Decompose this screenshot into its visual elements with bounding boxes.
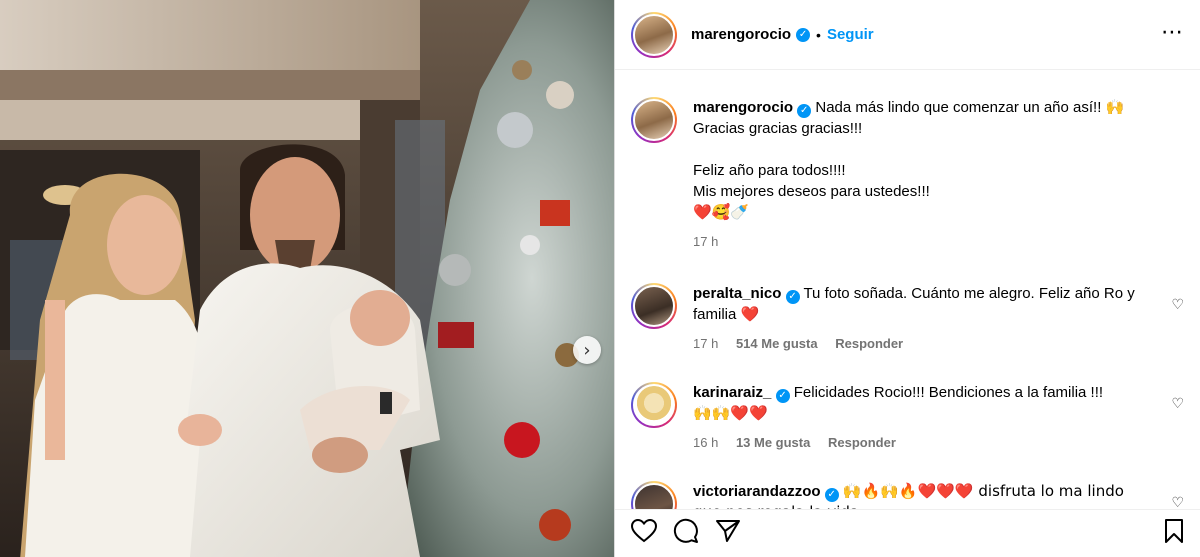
comment-username[interactable]: karinaraiz_ bbox=[693, 384, 771, 401]
comment-bubble-icon[interactable] bbox=[673, 518, 699, 549]
comment-body: victoriarandazzoo ✓ 🙌🔥🙌🔥❤️❤️❤️ disfruta … bbox=[693, 481, 1184, 509]
instagram-post-view: › marengorocio ✓ • Seguir ⋯ marengorocio… bbox=[0, 0, 1200, 557]
author-avatar-image bbox=[633, 13, 675, 56]
author-avatar[interactable] bbox=[631, 11, 677, 58]
post-side-panel: marengorocio ✓ • Seguir ⋯ marengorocio ✓… bbox=[614, 0, 1200, 557]
caption-avatar[interactable] bbox=[631, 97, 677, 143]
comment-meta: 16 h 13 Me gusta Responder bbox=[693, 432, 1154, 453]
caption-time[interactable]: 17 h bbox=[693, 234, 718, 249]
verified-badge-icon: ✓ bbox=[796, 27, 811, 42]
commenter-avatar[interactable] bbox=[631, 283, 677, 329]
commenter-avatar-image bbox=[633, 384, 675, 426]
post-header: marengorocio ✓ • Seguir ⋯ bbox=[615, 0, 1200, 70]
comment-meta: 17 h 514 Me gusta Responder bbox=[693, 333, 1154, 354]
verified-badge-icon: ✓ bbox=[775, 389, 790, 403]
like-comment-heart-icon[interactable]: ♡ bbox=[1171, 396, 1184, 412]
commenter-avatar[interactable] bbox=[631, 382, 677, 428]
follow-button[interactable]: Seguir bbox=[827, 26, 874, 43]
comments-list[interactable]: marengorocio ✓ Nada más lindo que comenz… bbox=[615, 71, 1200, 509]
like-comment-heart-icon[interactable]: ♡ bbox=[1171, 495, 1184, 509]
comment-time[interactable]: 16 h bbox=[693, 435, 718, 450]
comment-item: karinaraiz_ ✓ Felicidades Rocio!!! Bendi… bbox=[631, 382, 1184, 453]
header-separator: • bbox=[816, 26, 821, 43]
comment-emoji: 🙌🙌❤️❤️ bbox=[693, 404, 768, 422]
comment-item: peralta_nico ✓ Tu foto soñada. Cuánto me… bbox=[631, 283, 1184, 354]
caption-meta: 17 h bbox=[693, 231, 1154, 252]
more-options-icon[interactable]: ⋯ bbox=[1161, 22, 1184, 44]
chevron-right-icon: › bbox=[583, 339, 591, 361]
comment-username[interactable]: peralta_nico bbox=[693, 285, 781, 302]
caption-body: marengorocio ✓ Nada más lindo que comenz… bbox=[693, 97, 1184, 252]
like-heart-icon[interactable] bbox=[630, 518, 658, 548]
reply-button[interactable]: Responder bbox=[835, 336, 903, 351]
like-comment-heart-icon[interactable]: ♡ bbox=[1171, 297, 1184, 313]
share-paper-plane-icon[interactable] bbox=[715, 519, 741, 548]
author-username[interactable]: marengorocio bbox=[691, 26, 791, 43]
caption-avatar-image bbox=[633, 99, 675, 141]
caption-emoji-line: ❤️🥰🍼 bbox=[693, 203, 750, 221]
family-photo-image bbox=[0, 0, 614, 557]
comment-time[interactable]: 17 h bbox=[693, 336, 718, 351]
caption-username[interactable]: marengorocio bbox=[693, 99, 793, 116]
commenter-avatar[interactable] bbox=[631, 481, 677, 509]
post-photo[interactable]: › bbox=[0, 0, 614, 557]
comment-item: victoriarandazzoo ✓ 🙌🔥🙌🔥❤️❤️❤️ disfruta … bbox=[631, 481, 1184, 509]
comment-username[interactable]: victoriarandazzoo bbox=[693, 483, 821, 500]
comment-likes[interactable]: 13 Me gusta bbox=[736, 435, 810, 450]
save-bookmark-icon[interactable] bbox=[1164, 519, 1184, 548]
caption: marengorocio ✓ Nada más lindo que comenz… bbox=[631, 97, 1184, 252]
commenter-avatar-image bbox=[633, 483, 675, 509]
commenter-avatar-image bbox=[633, 285, 675, 327]
comment-emoji: ❤️ bbox=[740, 305, 760, 323]
verified-badge-icon: ✓ bbox=[824, 488, 839, 502]
post-actions-bar bbox=[615, 509, 1200, 557]
comment-body: karinaraiz_ ✓ Felicidades Rocio!!! Bendi… bbox=[693, 382, 1184, 453]
comment-text: Felicidades Rocio!!! Bendiciones a la fa… bbox=[793, 384, 1104, 401]
reply-button[interactable]: Responder bbox=[828, 435, 896, 450]
carousel-next-button[interactable]: › bbox=[573, 336, 601, 364]
comment-body: peralta_nico ✓ Tu foto soñada. Cuánto me… bbox=[693, 283, 1184, 354]
verified-badge-icon: ✓ bbox=[785, 290, 800, 304]
verified-badge-icon: ✓ bbox=[797, 104, 812, 118]
comment-likes[interactable]: 514 Me gusta bbox=[736, 336, 818, 351]
